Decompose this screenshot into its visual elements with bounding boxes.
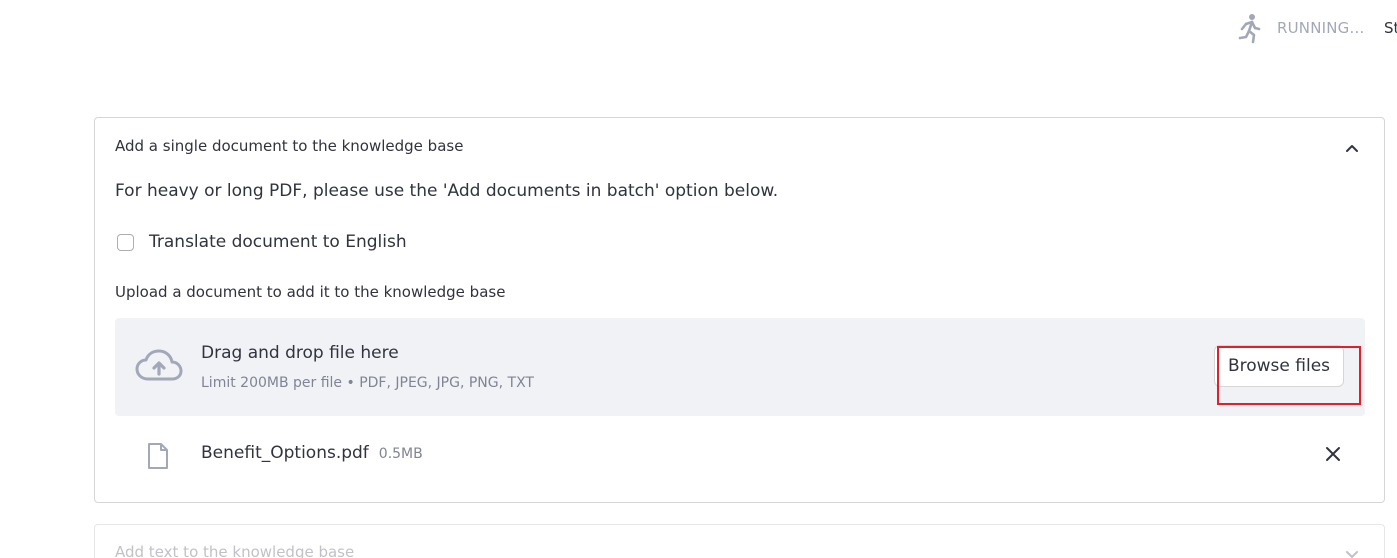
file-name: Benefit_Options.pdf <box>201 443 369 463</box>
file-size: 0.5MB <box>378 446 423 462</box>
app-page: RUNNING... St Add a single document to t… <box>0 0 1397 558</box>
batch-info-text: For heavy or long PDF, please use the 'A… <box>115 181 779 201</box>
file-icon <box>148 443 168 469</box>
chevron-up-icon[interactable] <box>1344 140 1360 156</box>
running-man-icon <box>1238 14 1261 44</box>
stop-button[interactable]: St <box>1384 19 1397 37</box>
expander-header[interactable]: Add a single document to the knowledge b… <box>115 137 463 155</box>
expander-add-single-document: Add a single document to the knowledge b… <box>94 117 1385 503</box>
close-icon[interactable] <box>1324 445 1342 463</box>
dropzone-title: Drag and drop file here <box>201 343 399 363</box>
uploaded-file-row: Benefit_Options.pdf 0.5MB <box>115 436 1365 476</box>
highlight-annotation <box>1217 346 1361 405</box>
dropzone-subtitle: Limit 200MB per file • PDF, JPEG, JPG, P… <box>201 375 534 391</box>
status-indicator: RUNNING... St <box>1236 12 1397 44</box>
file-dropzone[interactable]: Drag and drop file here Limit 200MB per … <box>115 318 1365 416</box>
file-name-container: Benefit_Options.pdf 0.5MB <box>201 443 423 463</box>
chevron-down-icon[interactable] <box>1344 547 1360 558</box>
checkbox-box[interactable] <box>117 233 134 251</box>
expander-header[interactable]: Add text to the knowledge base <box>115 543 354 558</box>
upload-label: Upload a document to add it to the knowl… <box>115 283 506 301</box>
translate-checkbox[interactable]: Translate document to English <box>117 232 407 252</box>
cloud-upload-icon <box>135 349 183 381</box>
expander-add-text[interactable]: Add text to the knowledge base <box>94 524 1385 558</box>
running-status-label: RUNNING... <box>1277 19 1365 37</box>
checkbox-label[interactable]: Translate document to English <box>149 232 407 252</box>
